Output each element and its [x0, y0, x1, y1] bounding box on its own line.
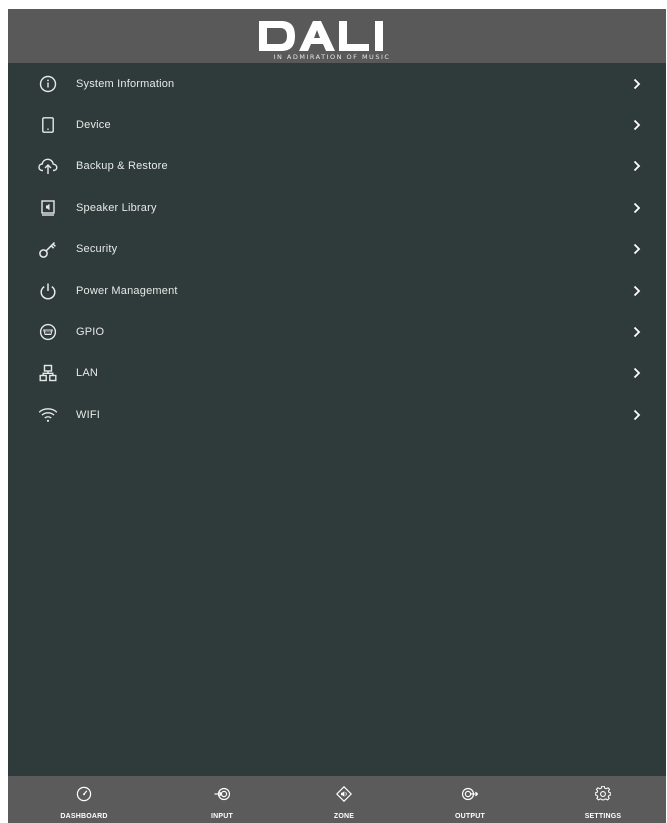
menu-item-power-management[interactable]: Power Management — [8, 270, 666, 311]
speaker-library-icon — [37, 197, 59, 219]
chevron-right-icon — [633, 202, 641, 213]
output-icon — [462, 787, 478, 801]
menu-item-device[interactable]: Device — [8, 104, 666, 145]
nav-label: INPUT — [211, 813, 233, 820]
menu-item-label: System Information — [76, 77, 175, 90]
menu-item-label: Backup & Restore — [76, 160, 168, 173]
menu-item-security[interactable]: Security — [8, 229, 666, 270]
menu-item-system-information[interactable]: System Information — [8, 63, 666, 104]
chevron-right-icon — [633, 119, 641, 131]
nav-zone[interactable]: ZONE — [294, 776, 394, 823]
menu-item-lan[interactable]: LAN — [8, 353, 666, 394]
chevron-right-icon — [633, 285, 641, 296]
logo-tagline: IN ADMIRATION OF MUSIC — [273, 53, 391, 61]
nav-label: SETTINGS — [584, 813, 622, 820]
menu-item-backup-restore[interactable]: Backup & Restore — [8, 146, 666, 187]
menu-item-label: Power Management — [76, 284, 178, 297]
chevron-right-icon — [633, 368, 641, 379]
chevron-right-icon — [633, 326, 641, 338]
header-bar: IN ADMIRATION OF MUSIC — [8, 9, 666, 63]
nav-label: DASHBOARD — [60, 813, 108, 820]
dali-logo-mark — [259, 21, 383, 51]
settings-app: IN ADMIRATION OF MUSIC System Informatio… — [8, 9, 666, 823]
menu-item-label: Security — [76, 243, 118, 256]
wifi-icon — [37, 404, 59, 426]
power-icon — [37, 280, 59, 302]
menu-item-label: LAN — [76, 367, 98, 380]
device-icon — [37, 114, 59, 136]
menu-item-label: GPIO — [76, 326, 105, 339]
gauge-icon — [76, 786, 92, 802]
bottom-nav-bar: DASHBOARD INPUT ZONE OUTPUT SETTINGS — [8, 776, 666, 823]
menu-item-gpio[interactable]: GPIO — [8, 311, 666, 352]
gpio-connector-icon — [37, 321, 59, 343]
key-icon — [37, 238, 59, 260]
network-icon — [37, 362, 59, 384]
input-icon — [214, 787, 230, 801]
zone-speaker-icon — [336, 786, 352, 802]
chevron-right-icon — [633, 161, 641, 172]
menu-item-speaker-library[interactable]: Speaker Library — [8, 187, 666, 228]
info-icon — [37, 73, 59, 95]
cloud-upload-icon — [37, 155, 59, 177]
menu-item-label: WIFI — [76, 408, 101, 421]
chevron-right-icon — [633, 78, 641, 89]
nav-dashboard[interactable]: DASHBOARD — [34, 776, 134, 823]
menu-item-wifi[interactable]: WIFI — [8, 394, 666, 435]
dali-logo: IN ADMIRATION OF MUSIC — [257, 15, 417, 65]
nav-output[interactable]: OUTPUT — [420, 776, 520, 823]
nav-input[interactable]: INPUT — [172, 776, 272, 823]
nav-settings[interactable]: SETTINGS — [553, 776, 653, 823]
nav-label: OUTPUT — [455, 813, 485, 820]
settings-menu: System Information Device Backup & Resto… — [8, 63, 666, 436]
chevron-right-icon — [633, 244, 641, 255]
menu-item-label: Device — [76, 119, 111, 132]
nav-label: ZONE — [333, 813, 355, 820]
gear-icon — [595, 786, 611, 801]
menu-item-label: Speaker Library — [76, 201, 157, 214]
chevron-right-icon — [633, 409, 641, 420]
